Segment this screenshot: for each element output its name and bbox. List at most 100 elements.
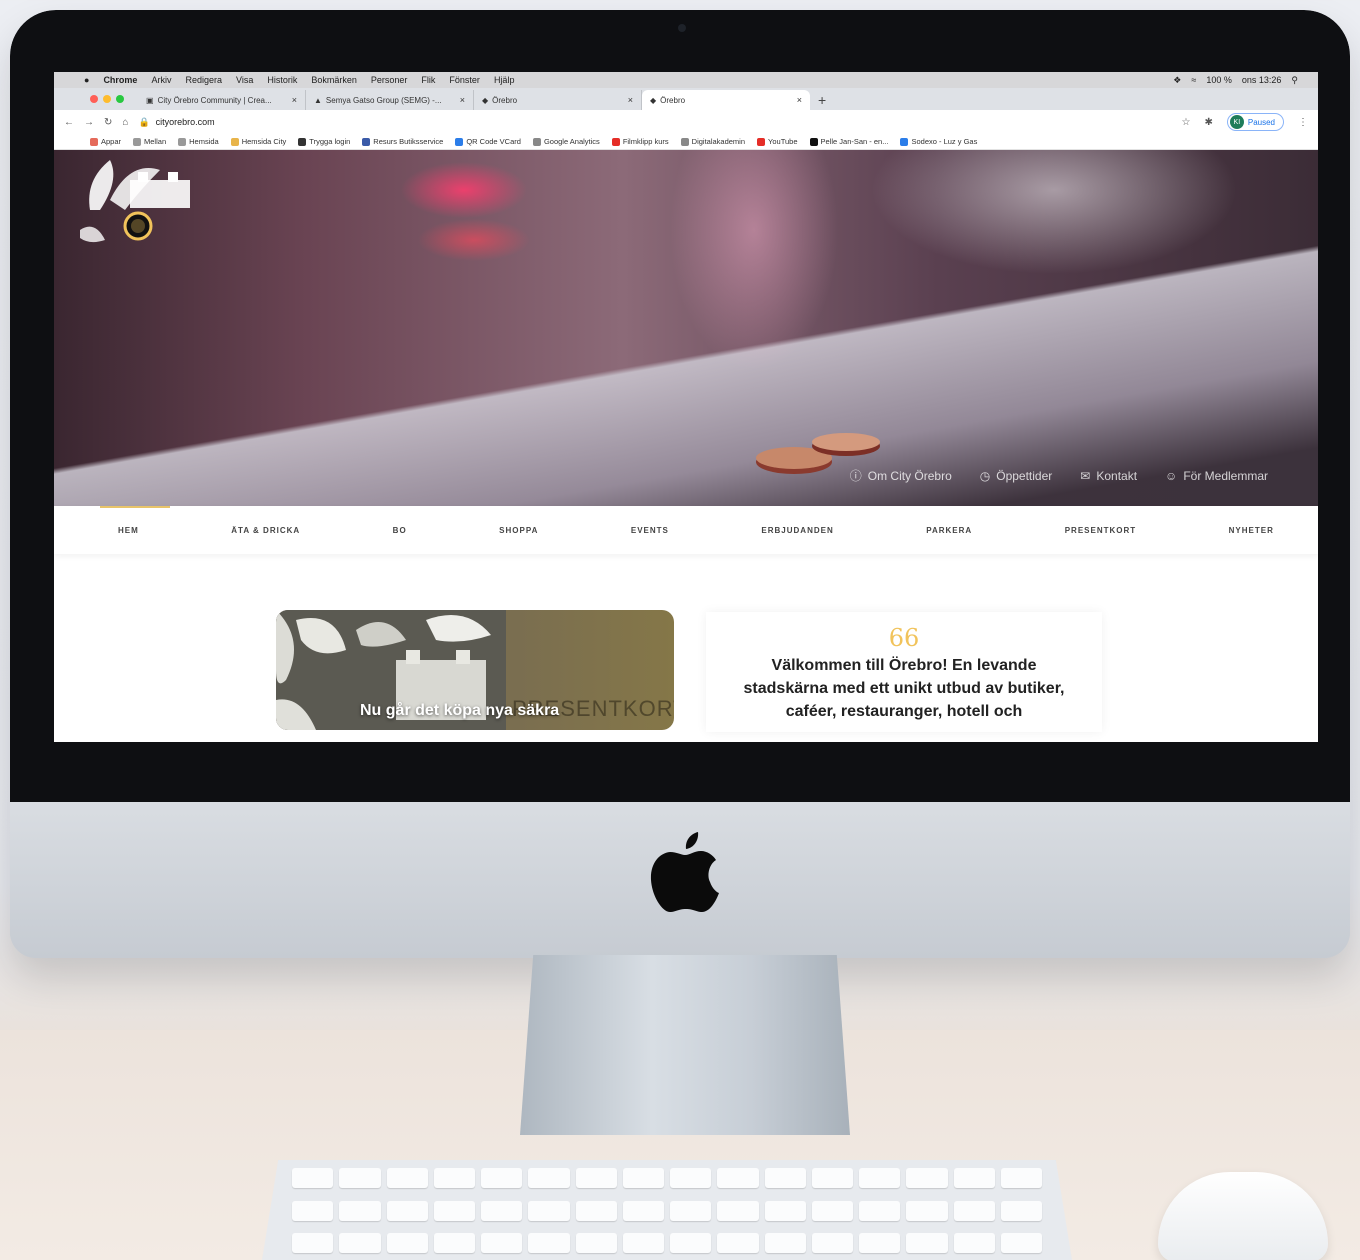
tab-label: City Örebro Community | Crea... <box>157 95 272 105</box>
tab-label: Semya Gatso Group (SEMG) -... <box>325 95 442 105</box>
browser-tab[interactable]: ▲ Semya Gatso Group (SEMG) -... × <box>306 90 474 110</box>
bookmark[interactable]: Mellan <box>133 137 166 146</box>
profile-status: Paused <box>1247 117 1275 127</box>
bookmark[interactable]: Google Analytics <box>532 137 600 146</box>
profile-button[interactable]: KI Paused <box>1226 113 1284 131</box>
tab-label: Örebro <box>660 95 686 105</box>
lock-icon: 🔒 <box>138 116 150 127</box>
bookmarks-bar: Appar Mellan Hemsida Hemsida City Trygga… <box>54 134 1318 150</box>
mail-icon: ✉ <box>1080 468 1091 483</box>
nav-item-hem[interactable]: HEM <box>118 526 139 535</box>
browser-tab[interactable]: ◆ Örebro × <box>474 90 642 110</box>
menu-item[interactable]: Personer <box>371 75 408 85</box>
quote-icon: 66 <box>888 624 920 652</box>
clock-icon: ◷ <box>979 468 991 483</box>
avatar: KI <box>1229 115 1244 129</box>
close-tab-icon[interactable]: × <box>628 95 633 105</box>
battery-status[interactable]: 100 % <box>1206 75 1232 86</box>
back-icon[interactable]: ← <box>64 117 74 128</box>
search-icon[interactable]: ⚲ <box>1291 75 1298 86</box>
url-text: cityorebro.com <box>155 117 215 127</box>
info-icon: ⓘ <box>849 469 862 483</box>
browser-tab-active[interactable]: ◆ Örebro × <box>642 90 810 110</box>
window-controls <box>90 88 124 110</box>
keyboard <box>262 1160 1072 1260</box>
address-toolbar: ← → ↻ ⌂ 🔒 cityorebro.com ☆ ✱ KI Paused ⋮ <box>54 110 1318 134</box>
bookmark[interactable]: Filmklipp kurs <box>611 137 669 146</box>
menu-item[interactable]: Fönster <box>449 75 480 85</box>
nav-active-indicator <box>100 506 170 508</box>
nav-item-erbjudanden[interactable]: ERBJUDANDEN <box>761 526 833 535</box>
bookmark[interactable]: Digitalakademin <box>680 137 745 146</box>
welcome-card: 66 Välkommen till Örebro! En levande sta… <box>706 612 1102 732</box>
hero-links: ⓘ Om City Örebro ◷ Öppettider ✉ Kontakt ☺ Fö… <box>850 467 1268 484</box>
menu-item[interactable]: Hjälp <box>494 75 515 85</box>
tab-label: Örebro <box>492 95 518 105</box>
monitor-stand <box>520 955 850 1135</box>
bookmark[interactable]: Hemsida <box>178 137 219 146</box>
home-icon[interactable]: ⌂ <box>122 117 128 128</box>
macos-menubar: ● Chrome Arkiv Redigera Visa Historik Bo… <box>54 72 1318 88</box>
close-tab-icon[interactable]: × <box>292 95 297 105</box>
tab-favicon-icon: ◆ <box>650 95 657 105</box>
keyboard-keys <box>292 1168 1042 1260</box>
hero-banner: ⓘ Om City Örebro ◷ Öppettider ✉ Kontakt ☺ Fö… <box>54 150 1318 506</box>
reload-icon[interactable]: ↻ <box>104 117 112 128</box>
hero-link-about[interactable]: ⓘ Om City Örebro <box>850 467 952 484</box>
gift-card-promo[interactable]: PRESENTKORT Nu går det köpa nya säkra <box>276 610 674 730</box>
tab-favicon-icon: ▣ <box>146 95 154 105</box>
clock[interactable]: ons 13:26 <box>1242 75 1282 86</box>
menu-item[interactable]: Arkiv <box>151 75 171 85</box>
nav-item-bo[interactable]: BO <box>393 526 407 535</box>
bookmark[interactable]: Pelle Jan-San - en... <box>809 137 888 146</box>
menu-item[interactable]: Flik <box>421 75 435 85</box>
apple-menu-icon[interactable]: ● <box>84 75 89 85</box>
menubar-status: ❖ ≈ 100 % ons 13:26 ⚲ <box>1173 75 1298 86</box>
zoom-window-button[interactable] <box>116 95 124 103</box>
url-field[interactable]: 🔒 cityorebro.com <box>138 117 214 128</box>
bookmark[interactable]: Hemsida City <box>230 137 286 146</box>
menu-item[interactable]: Visa <box>236 75 253 85</box>
nav-item-presentkort[interactable]: PRESENTKORT <box>1065 526 1136 535</box>
more-menu-icon[interactable]: ⋮ <box>1298 117 1308 128</box>
close-tab-icon[interactable]: × <box>460 95 465 105</box>
hero-link-contact[interactable]: ✉ Kontakt <box>1080 467 1137 484</box>
tab-favicon-icon: ◆ <box>482 95 489 105</box>
new-tab-button[interactable]: + <box>810 90 834 110</box>
bookmark[interactable]: Sodexo - Luz y Gas <box>900 137 977 146</box>
bookmark[interactable]: Appar <box>90 137 121 146</box>
browser-tab[interactable]: ▣ City Örebro Community | Crea... × <box>138 90 306 110</box>
toolbar-right: ☆ ✱ KI Paused ⋮ <box>1182 113 1308 131</box>
camera-icon <box>678 24 686 32</box>
nav-item-events[interactable]: EVENTS <box>631 526 669 535</box>
bookmark[interactable]: QR Code VCard <box>455 137 521 146</box>
menu-item[interactable]: Historik <box>267 75 297 85</box>
menu-item[interactable]: Redigera <box>185 75 222 85</box>
main-nav: HEM ÄTA & DRICKA BO SHOPPA EVENTS ERBJUD… <box>54 506 1318 554</box>
screen: ● Chrome Arkiv Redigera Visa Historik Bo… <box>54 72 1318 742</box>
star-icon[interactable]: ☆ <box>1182 117 1191 128</box>
bookmark[interactable]: Trygga login <box>298 137 350 146</box>
hero-link-members[interactable]: ☺ För Medlemmar <box>1165 467 1268 484</box>
wifi-icon[interactable]: ≈ <box>1191 75 1196 86</box>
menu-app-name[interactable]: Chrome <box>103 75 137 85</box>
browser-tabbar: ▣ City Örebro Community | Crea... × ▲ Se… <box>54 88 1318 110</box>
nav-item-parkera[interactable]: PARKERA <box>926 526 972 535</box>
forward-icon[interactable]: → <box>84 117 94 128</box>
minimize-window-button[interactable] <box>103 95 111 103</box>
nav-item-shoppa[interactable]: SHOPPA <box>499 526 538 535</box>
bookmark[interactable]: YouTube <box>757 137 798 146</box>
bookmark[interactable]: Resurs Butiksservice <box>362 137 443 146</box>
page-content: PRESENTKORT Nu går det köpa nya säkra 66… <box>54 554 1318 742</box>
extension-icon[interactable]: ✱ <box>1204 117 1212 128</box>
nav-item-nyheter[interactable]: NYHETER <box>1229 526 1274 535</box>
nav-item-ata-dricka[interactable]: ÄTA & DRICKA <box>231 526 300 535</box>
close-window-button[interactable] <box>90 95 98 103</box>
city-orebro-logo-icon[interactable] <box>80 150 200 250</box>
menu-item[interactable]: Bokmärken <box>311 75 357 85</box>
user-icon: ☺ <box>1165 468 1178 483</box>
hero-link-hours[interactable]: ◷ Öppettider <box>980 467 1053 484</box>
welcome-text: Välkommen till Örebro! En levande stadsk… <box>743 657 1065 720</box>
dropbox-icon[interactable]: ❖ <box>1173 75 1181 86</box>
close-tab-icon[interactable]: × <box>797 95 802 105</box>
